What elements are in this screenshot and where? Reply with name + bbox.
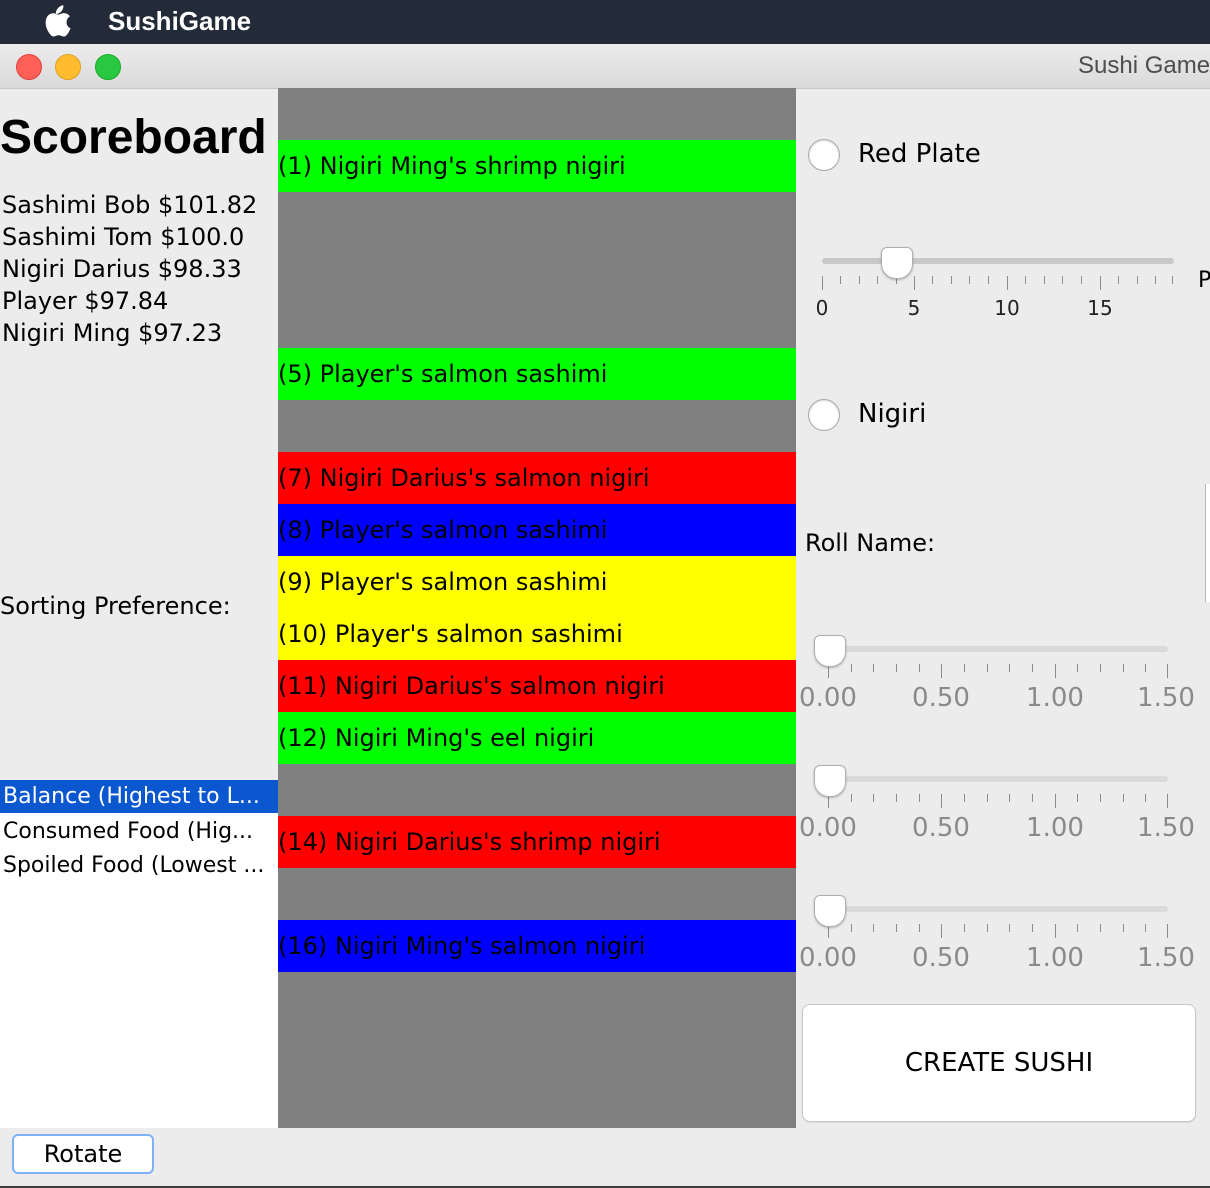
amount-tick-label: 0.00 (799, 683, 857, 713)
roll-name-label: Roll Name: (805, 529, 936, 557)
plate-label: (11) Nigiri Darius's salmon nigiri (278, 672, 665, 700)
maximize-window-button[interactable] (95, 54, 121, 80)
plate-label: (10) Player's salmon sashimi (278, 620, 623, 648)
amount-slider-3-ticks (828, 924, 1168, 938)
position-tick-label: 15 (1087, 296, 1113, 320)
amount-tick-label: 1.50 (1137, 943, 1195, 973)
app-name[interactable]: SushiGame (108, 6, 251, 37)
position-tick-label: 5 (907, 296, 921, 320)
amount-tick-label: 0.50 (912, 683, 970, 713)
sort-option-consumed-food[interactable]: Consumed Food (Hig... (0, 815, 278, 848)
plate-label: (7) Nigiri Darius's salmon nigiri (278, 464, 650, 492)
amount-slider-3-track[interactable] (828, 906, 1168, 912)
belt-plate[interactable]: (14) Nigiri Darius's shrimp nigiri (278, 816, 796, 868)
score-entry: Nigiri Darius $98.33 (2, 255, 242, 283)
amount-tick-label: 0.50 (912, 813, 970, 843)
score-entry: Sashimi Bob $101.82 (2, 191, 258, 219)
amount-slider-1-track[interactable] (828, 646, 1168, 652)
rotate-button[interactable]: Rotate (12, 1134, 154, 1174)
sort-option-spoiled-food[interactable]: Spoiled Food (Lowest ... (0, 849, 278, 882)
sorting-preference-list[interactable]: Balance (Highest to L... Consumed Food (… (0, 780, 278, 1128)
belt-plate[interactable]: (9) Player's salmon sashimi (278, 556, 796, 608)
roll-name-field[interactable] (1205, 484, 1210, 602)
amount-tick-label: 1.50 (1137, 813, 1195, 843)
plate-label: (9) Player's salmon sashimi (278, 568, 608, 596)
amount-slider-2-knob[interactable] (814, 765, 846, 797)
amount-slider-2-track[interactable] (828, 776, 1168, 782)
apple-logo-icon[interactable] (40, 4, 72, 38)
amount-tick-label: 0.00 (799, 813, 857, 843)
plate-label: (5) Player's salmon sashimi (278, 360, 608, 388)
minimize-window-button[interactable] (55, 54, 81, 80)
cut-off-label: P (1198, 268, 1210, 293)
belt-plate[interactable]: (7) Nigiri Darius's salmon nigiri (278, 452, 796, 504)
amount-tick-label: 0.00 (799, 943, 857, 973)
score-entry: Nigiri Ming $97.23 (2, 319, 223, 347)
nigiri-label[interactable]: Nigiri (858, 397, 926, 431)
sort-option-balance[interactable]: Balance (Highest to L... (0, 780, 278, 813)
belt-plate[interactable]: (1) Nigiri Ming's shrimp nigiri (278, 140, 796, 192)
amount-tick-label: 1.00 (1026, 813, 1084, 843)
belt-plate[interactable]: (12) Nigiri Ming's eel nigiri (278, 712, 796, 764)
amount-slider-3-knob[interactable] (814, 895, 846, 927)
red-plate-label[interactable]: Red Plate (858, 137, 981, 171)
amount-slider-2-ticks (828, 794, 1168, 808)
score-entry: Player $97.84 (2, 287, 169, 315)
scoreboard-title: Scoreboard (0, 111, 267, 164)
create-sushi-button[interactable]: CREATE SUSHI (802, 1004, 1196, 1122)
belt-plate[interactable]: (10) Player's salmon sashimi (278, 608, 796, 660)
mac-menu-bar: SushiGame (0, 0, 1210, 44)
sorting-preference-label: Sorting Preference: (0, 592, 231, 620)
red-plate-radio[interactable] (808, 139, 840, 171)
position-tick-label: 10 (994, 296, 1020, 320)
plate-label: (14) Nigiri Darius's shrimp nigiri (278, 828, 661, 856)
position-slider-knob[interactable] (881, 247, 913, 279)
amount-tick-label: 1.00 (1026, 943, 1084, 973)
score-entry: Sashimi Tom $100.0 (2, 223, 245, 251)
close-window-button[interactable] (16, 54, 42, 80)
amount-slider-1-ticks (828, 664, 1168, 678)
belt-plate[interactable]: (8) Player's salmon sashimi (278, 504, 796, 556)
belt-plate[interactable]: (11) Nigiri Darius's salmon nigiri (278, 660, 796, 712)
plate-label: (12) Nigiri Ming's eel nigiri (278, 724, 595, 752)
nigiri-radio[interactable] (808, 399, 840, 431)
conveyor-belt: (1) Nigiri Ming's shrimp nigiri (5) Play… (278, 88, 796, 1128)
plate-label: (16) Nigiri Ming's salmon nigiri (278, 932, 646, 960)
amount-slider-1-knob[interactable] (814, 635, 846, 667)
plate-label: (8) Player's salmon sashimi (278, 516, 608, 544)
belt-plate[interactable]: (5) Player's salmon sashimi (278, 348, 796, 400)
position-tick-label: 0 (815, 296, 829, 320)
position-slider-track[interactable] (822, 258, 1174, 264)
belt-plate[interactable]: (16) Nigiri Ming's salmon nigiri (278, 920, 796, 972)
plate-label: (1) Nigiri Ming's shrimp nigiri (278, 152, 626, 180)
amount-tick-label: 1.50 (1137, 683, 1195, 713)
window-title: Sushi Game (1078, 52, 1210, 79)
amount-tick-label: 1.00 (1026, 683, 1084, 713)
window-title-bar[interactable]: Sushi Game (0, 44, 1210, 89)
amount-tick-label: 0.50 (912, 943, 970, 973)
position-slider-ticks (822, 276, 1174, 290)
